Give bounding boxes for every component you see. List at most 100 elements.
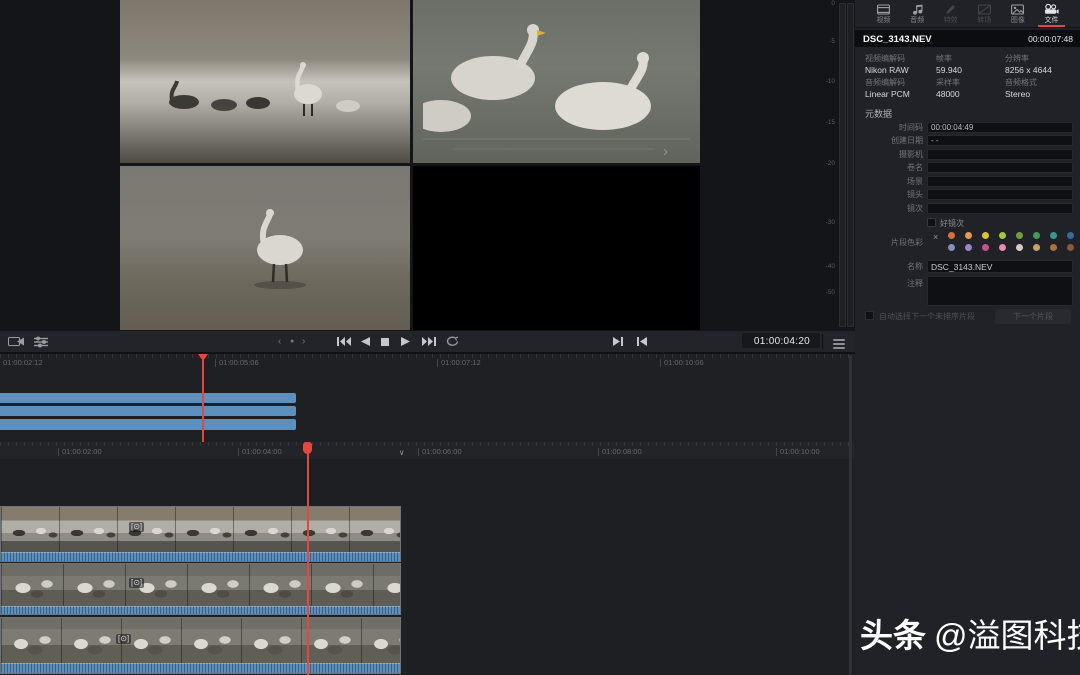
timeline-tools-icon[interactable] [34,334,50,349]
clip-filename: DSC_3143.NEV [863,34,932,45]
shot-field[interactable] [927,189,1073,200]
good-take-label: 好镜次 [940,220,964,228]
timeline-clip-2[interactable]: [⊙] [0,563,401,615]
clip-color-swatch[interactable] [1050,232,1057,239]
clip-color-swatch[interactable] [999,244,1006,251]
mini-playhead[interactable] [202,354,204,442]
tab-video[interactable]: 视频 [867,0,900,27]
audio-codec-value: Linear PCM [865,90,910,99]
active-tab-underline [1038,25,1065,27]
mini-track-audio1[interactable] [0,406,296,416]
name-label: 名称 [855,263,923,271]
tab-transition[interactable]: 转场 [968,0,1001,27]
good-take-checkbox[interactable] [927,218,936,227]
timeline-clip-3[interactable]: [⊙] [0,617,401,674]
clip-color-swatch[interactable] [1067,232,1074,239]
mini-timeline[interactable]: 01:00:02:12 01:00:05:06 01:00:07:12 01:0… [0,354,855,444]
clip-color-swatch[interactable] [1067,244,1074,251]
file-icon [1044,4,1059,15]
clip-color-swatch[interactable] [948,232,955,239]
timecode-label: 时间码 [855,124,923,132]
meter-db-label: -10 [818,79,835,86]
playhead[interactable] [307,442,309,675]
audio-sync-badge: [⊙] [116,634,131,644]
name-field[interactable] [927,260,1073,273]
play-around-icon[interactable] [613,334,623,349]
clip-color-swatch[interactable] [948,244,955,251]
meter-db-label: -30 [818,220,835,227]
source-preview-bottom-left[interactable] [120,166,410,330]
take-field[interactable] [927,203,1073,214]
date-created-field[interactable] [927,135,1073,146]
camera-field[interactable] [927,149,1073,160]
auto-select-label: 自动选择下一个未排序片段 [879,313,975,321]
play-reverse-icon[interactable] [361,334,370,349]
source-preview-bottom-right-empty[interactable] [413,166,700,330]
clip-color-swatch[interactable] [982,232,989,239]
tab-effects[interactable]: 特效 [934,0,967,27]
skip-to-start-icon[interactable] [337,334,351,349]
swan-illustration [423,20,690,160]
clip-color-swatch[interactable] [1016,232,1023,239]
timeline-scrollbar[interactable] [849,355,852,675]
clip-color-row-1 [948,232,1074,239]
source-preview-top-right[interactable]: › [413,0,700,163]
clip-color-swatch[interactable] [982,244,989,251]
watermark-bold: 头条 [860,617,926,654]
watermark-handle: @溢图科技 [934,617,1080,654]
scene-field[interactable] [927,176,1073,187]
ruler-label: 01:00:10:00 [776,448,820,456]
clip-color-none[interactable]: × [933,233,938,242]
clip-title-bar: DSC_3143.NEV 00:00:07:48 [855,30,1080,47]
stop-icon[interactable] [381,334,389,349]
loop-icon[interactable] [446,334,459,349]
clip-color-swatch[interactable] [1016,244,1023,251]
clip-color-row-2 [948,244,1074,251]
clip-audio-waveform [1,663,400,673]
tab-file[interactable]: 文件 [1035,0,1068,27]
clip-thumbnails [1,507,400,552]
timecode-field[interactable] [927,122,1073,133]
clip-color-swatch[interactable] [965,244,972,251]
source-preview-top-left[interactable] [120,0,410,163]
clip-color-swatch[interactable] [1033,232,1040,239]
tab-audio[interactable]: 音频 [901,0,934,27]
timeline-ruler[interactable]: 01:00:02:00 01:00:04:00 01:00:06:00 01:0… [0,442,855,459]
timeline-options-menu-icon[interactable] [833,334,845,352]
mini-track-video[interactable] [0,393,296,403]
clip-color-label: 片段色彩 [855,239,923,247]
trim-right-icon[interactable]: › [302,334,305,349]
next-clip-button[interactable]: 下一个片段 [995,309,1071,324]
trim-left-icon[interactable]: ‹ [278,334,281,349]
play-icon[interactable] [401,334,410,349]
mini-track-audio2[interactable] [0,419,296,430]
tab-image[interactable]: 图像 [1001,0,1034,27]
meter-bar-left [839,3,846,327]
clip-color-swatch[interactable] [1050,244,1057,251]
ruler-label: 01:00:05:06 [215,359,259,367]
video-icon [877,4,890,15]
video-editor-window: › 0 -5 -10 -15 -20 -30 -40 -50 [0,0,1080,675]
roll-field[interactable] [927,162,1073,173]
audio-format-label: 音频格式 [1005,79,1037,87]
timeline[interactable]: 01:00:02:00 01:00:04:00 01:00:06:00 01:0… [0,442,855,675]
trim-point-icon[interactable]: ● [290,334,294,349]
audio-sync-badge: [⊙] [129,578,144,588]
auto-select-checkbox[interactable] [865,311,874,320]
notes-field[interactable] [927,276,1073,306]
clip-thumbnails [1,618,400,663]
audio-codec-label: 音频编解码 [865,79,905,87]
next-clip-chevron-icon[interactable]: › [663,144,668,159]
match-frame-icon[interactable] [637,334,647,349]
clip-color-swatch[interactable] [999,232,1006,239]
resolution-label: 分辨率 [1005,55,1029,63]
inspector-panel: 视频 音频 特效 转场 图像 文件 [855,0,1080,675]
clip-audio-waveform [1,552,400,561]
timeline-clip-1[interactable]: [⊙] [0,506,401,562]
mini-timeline-ruler[interactable] [0,354,855,358]
audio-meters: 0 -5 -10 -15 -20 -30 -40 -50 [818,0,855,331]
clip-color-swatch[interactable] [1033,244,1040,251]
source-clip-mode-icon[interactable] [8,334,25,349]
skip-to-end-icon[interactable] [422,334,436,349]
clip-color-swatch[interactable] [965,232,972,239]
